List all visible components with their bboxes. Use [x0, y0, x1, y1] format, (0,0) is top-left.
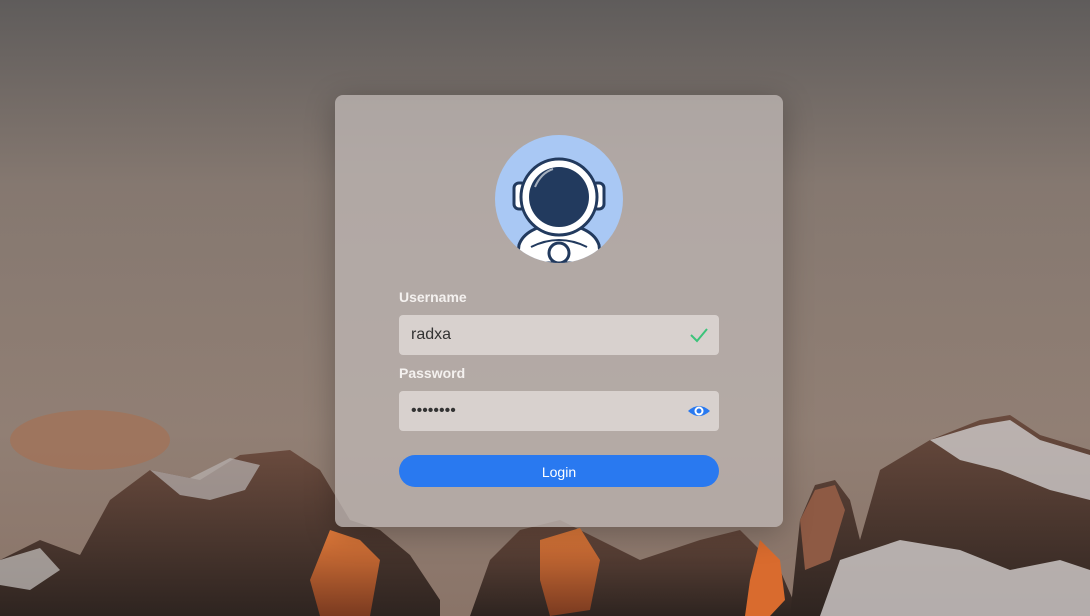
username-label: Username: [399, 289, 467, 305]
login-button[interactable]: Login: [399, 455, 719, 487]
eye-icon[interactable]: [687, 399, 711, 423]
username-field[interactable]: radxa: [399, 315, 719, 355]
user-avatar: [495, 135, 623, 263]
checkmark-icon: [687, 323, 711, 347]
password-value[interactable]: ••••••••: [411, 391, 456, 431]
password-label: Password: [399, 365, 466, 381]
login-card: Username radxa Password •••••••• Login: [335, 95, 783, 527]
password-field[interactable]: ••••••••: [399, 391, 719, 431]
astronaut-avatar-icon: [512, 157, 606, 263]
username-value[interactable]: radxa: [411, 315, 451, 355]
